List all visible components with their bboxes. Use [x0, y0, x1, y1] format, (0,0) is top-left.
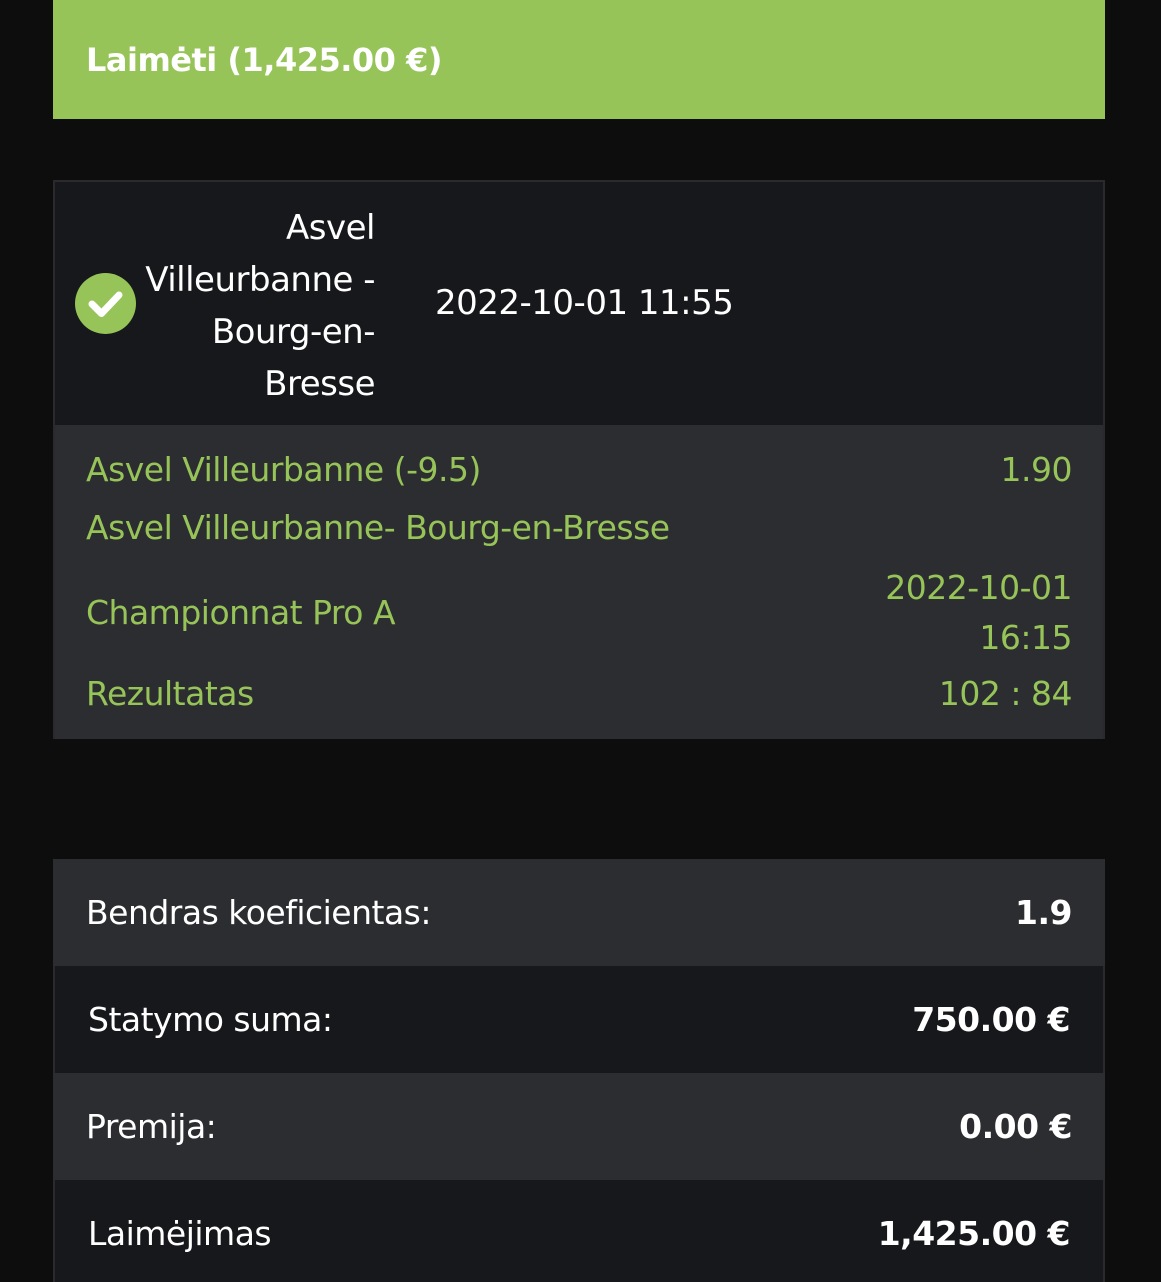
winnings-row: Laimėjimas 1,425.00 € — [53, 1180, 1105, 1282]
bet-status-label: Laimėti (1,425.00 €) — [86, 40, 442, 79]
selection-event-datetime: 2022-10-01 16:15 — [885, 563, 1072, 663]
selection-league: Championnat Pro A — [86, 593, 396, 632]
total-odds-label: Bendras koeficientas: — [86, 893, 432, 932]
stake-value: 750.00 € — [912, 1000, 1070, 1039]
bonus-label: Premija: — [86, 1107, 217, 1146]
winnings-label: Laimėjimas — [88, 1214, 272, 1253]
total-odds-value: 1.9 — [1015, 893, 1072, 932]
event-header: Asvel Villeurbanne - Bourg-en-Bresse 202… — [55, 182, 1103, 425]
check-circle-icon — [75, 273, 136, 334]
bet-status-banner: Laimėti (1,425.00 €) — [53, 0, 1105, 119]
bonus-value: 0.00 € — [959, 1107, 1072, 1146]
result-label: Rezultatas — [86, 674, 254, 713]
selection-pick-row: Asvel Villeurbanne (-9.5) 1.90 — [86, 447, 1073, 493]
selection-event: Asvel Villeurbanne- Bourg-en-Bresse — [86, 508, 670, 547]
bet-summary: Bendras koeficientas: 1.9 Statymo suma: … — [53, 859, 1105, 1282]
selection-details: Asvel Villeurbanne (-9.5) 1.90 Asvel Vil… — [55, 425, 1103, 739]
selection-pick: Asvel Villeurbanne (-9.5) — [86, 450, 481, 489]
event-name: Asvel Villeurbanne - Bourg-en-Bresse — [145, 208, 375, 404]
selection-odds: 1.90 — [1000, 450, 1073, 489]
selection-result-row: Rezultatas 102 : 84 — [86, 671, 1073, 717]
bet-card: Asvel Villeurbanne - Bourg-en-Bresse 202… — [53, 180, 1105, 739]
stake-row: Statymo suma: 750.00 € — [53, 966, 1105, 1073]
selection-event-time: 16:15 — [979, 618, 1072, 657]
total-odds-row: Bendras koeficientas: 1.9 — [53, 859, 1105, 966]
stake-label: Statymo suma: — [88, 1000, 333, 1039]
selection-event-date: 2022-10-01 — [885, 568, 1072, 607]
winnings-value: 1,425.00 € — [877, 1214, 1071, 1253]
bet-slip-view: Laimėti (1,425.00 €) Asvel Villeurbanne … — [0, 0, 1161, 1282]
bet-placed-datetime: 2022-10-01 11:55 — [435, 283, 734, 323]
bonus-row: Premija: 0.00 € — [53, 1073, 1105, 1180]
selection-event-row: Asvel Villeurbanne- Bourg-en-Bresse — [86, 505, 1072, 551]
result-value: 102 : 84 — [938, 674, 1073, 713]
selection-league-row: Championnat Pro A 2022-10-01 16:15 — [86, 563, 1072, 663]
